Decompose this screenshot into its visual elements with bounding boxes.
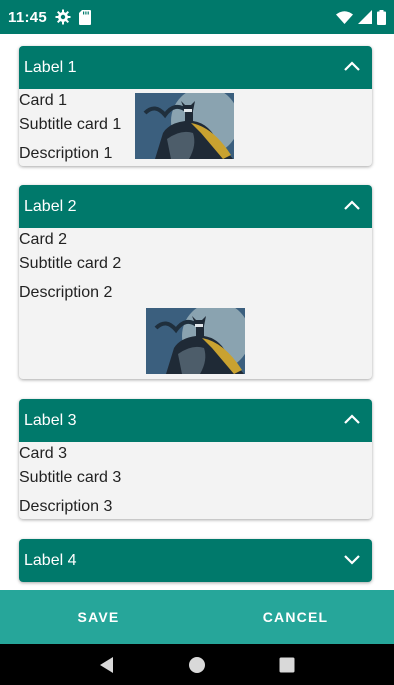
cancel-button[interactable]: CANCEL [197,590,394,644]
home-icon[interactable] [188,656,206,674]
signal-icon [358,10,372,24]
expansion-panel-4: Label 4 [19,539,372,582]
card-title: Card 1 [19,92,68,109]
expansion-panel-1: Label 1 Card 1 Subtitle card 1 Descripti… [19,46,372,166]
system-nav-bar [0,644,394,685]
expansion-panel-3: Label 3 Card 3 Subtitle card 3 Descripti… [19,399,372,519]
chevron-down-icon[interactable] [343,552,361,570]
card-description: Description 3 [19,498,113,515]
status-time: 11:45 [8,8,48,26]
action-bar: SAVE CANCEL [0,590,394,644]
card-title: Card 2 [19,231,68,248]
card-content-3: Card 3 Subtitle card 3 Description 3 [19,442,372,519]
card-description: Description 1 [19,145,113,162]
panel-header-2[interactable]: Label 2 [19,185,372,228]
panel-label: Label 1 [24,58,77,76]
card-content-1: Card 1 Subtitle card 1 Description 1 [19,89,372,166]
panel-header-3[interactable]: Label 3 [19,399,372,442]
card-subtitle: Subtitle card 2 [19,255,122,272]
back-icon[interactable] [98,656,116,674]
battery-icon [377,9,386,25]
chevron-up-icon[interactable] [343,412,361,430]
panel-label: Label 4 [24,551,77,569]
card-content-2: Card 2 Subtitle card 2 Description 2 [19,228,372,379]
panel-label: Label 2 [24,197,77,215]
batman-image [146,308,245,374]
sd-card-icon [79,9,92,25]
chevron-up-icon[interactable] [343,198,361,216]
panel-header-1[interactable]: Label 1 [19,46,372,89]
card-subtitle: Subtitle card 3 [19,469,122,486]
app-screen: 11:45 Label 1 Card 1 Subtitle card 1 Des… [0,0,394,685]
expansion-panel-2: Label 2 Card 2 Subtitle card 2 Descripti… [19,185,372,379]
status-bar: 11:45 [0,0,394,34]
panel-header-4[interactable]: Label 4 [19,539,372,582]
batman-image [135,93,234,159]
recents-icon[interactable] [278,656,296,674]
gear-icon [55,9,71,25]
chevron-up-icon[interactable] [343,59,361,77]
panel-label: Label 3 [24,411,77,429]
wifi-icon [336,10,353,24]
card-description: Description 2 [19,284,113,301]
card-subtitle: Subtitle card 1 [19,116,122,133]
save-button[interactable]: SAVE [0,590,197,644]
card-title: Card 3 [19,445,68,462]
expansion-panel-list[interactable]: Label 1 Card 1 Subtitle card 1 Descripti… [0,34,394,590]
